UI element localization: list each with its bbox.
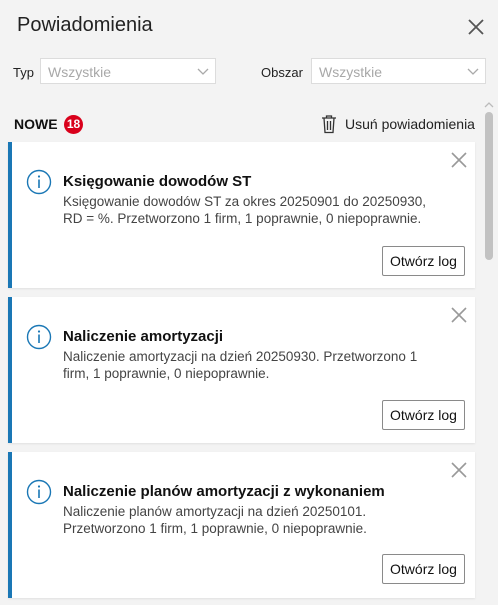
panel-header: Powiadomienia [0,0,498,52]
chevron-down-icon [197,68,209,75]
delete-notifications-label: Usuń powiadomienia [345,116,475,132]
area-filter-value: Wszystkie [319,64,382,80]
notification-title: Naliczenie planów amortyzacji z wykonani… [63,483,385,500]
info-icon [26,479,52,505]
notification-body: Naliczenie planów amortyzacji na dzień 2… [63,504,367,536]
dismiss-notification-icon[interactable] [449,150,469,170]
close-icon[interactable] [466,17,486,37]
new-count-badge: 18 [64,115,83,134]
area-filter-label: Obszar [261,65,303,80]
notification-card: Księgowanie dowodów ST Księgowanie dowod… [8,142,475,288]
notification-body: Księgowanie dowodów ST za okres 20250901… [63,194,427,226]
type-filter-value: Wszystkie [48,64,111,80]
dismiss-notification-icon[interactable] [449,305,469,325]
notifications-panel: Powiadomienia Typ Wszystkie Obszar Wszys… [0,0,498,605]
notifications-toolbar: NOWE 18 Usuń powiadomienia [0,112,498,136]
panel-title: Powiadomienia [17,14,153,36]
notifications-list: Księgowanie dowodów ST Księgowanie dowod… [0,142,480,605]
scrollbar[interactable] [483,100,495,605]
dismiss-notification-icon[interactable] [449,460,469,480]
info-icon [26,324,52,350]
notification-title: Naliczenie amortyzacji [63,328,224,345]
info-icon [26,169,52,195]
filters-row: Typ Wszystkie Obszar Wszystkie [0,58,498,86]
notification-title: Księgowanie dowodów ST [63,173,252,190]
type-filter-select[interactable]: Wszystkie [40,58,216,84]
scroll-up-arrow-icon[interactable] [483,100,495,110]
notification-card: Naliczenie amortyzacji Naliczenie amorty… [8,297,475,443]
new-section-label: NOWE [14,116,58,132]
open-log-button[interactable]: Otwórz log [382,246,465,276]
open-log-button[interactable]: Otwórz log [382,400,465,430]
open-log-button[interactable]: Otwórz log [382,554,465,584]
notification-card: Naliczenie planów amortyzacji z wykonani… [8,452,475,598]
trash-icon [322,115,336,134]
scrollbar-thumb[interactable] [485,112,493,260]
type-filter-label: Typ [13,65,34,80]
notification-body: Naliczenie amortyzacji na dzień 20250930… [63,349,418,381]
chevron-down-icon [467,68,479,75]
area-filter-select[interactable]: Wszystkie [311,58,486,84]
